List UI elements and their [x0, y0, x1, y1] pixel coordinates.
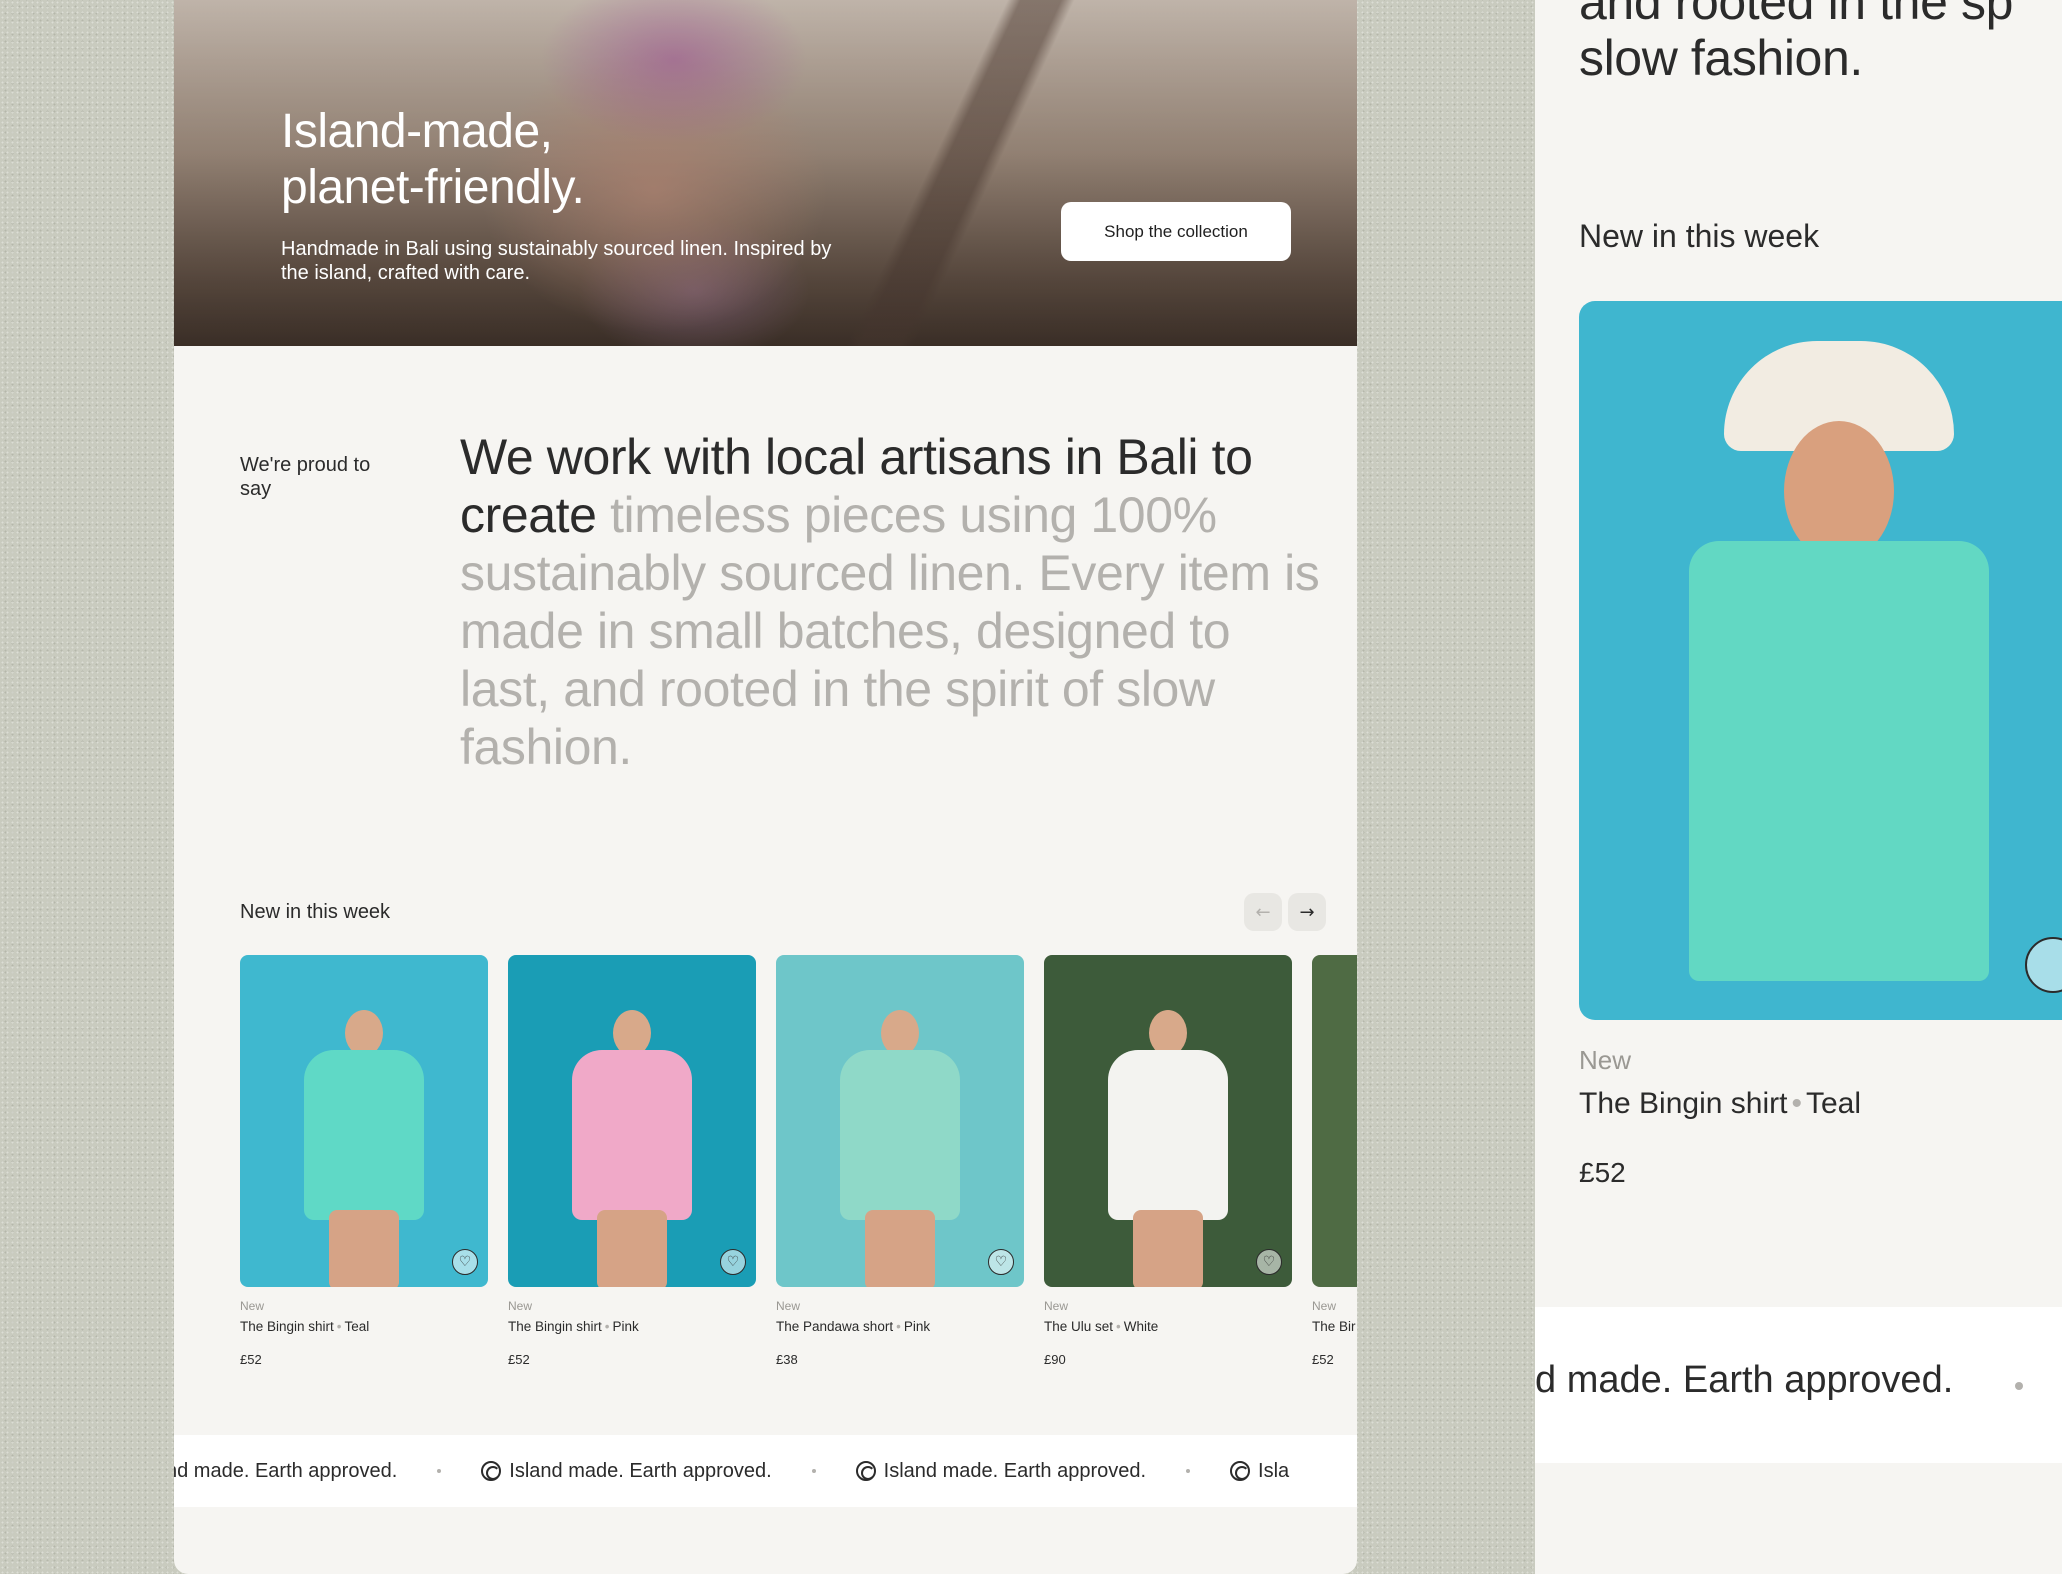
marquee-separator: [2015, 1382, 2023, 1390]
product-tag: New: [1312, 1299, 1337, 1313]
zoom-product-price: £52: [1579, 1157, 1626, 1188]
product-image[interactable]: ♡: [240, 955, 488, 1287]
product-price: £52: [240, 1352, 262, 1367]
heart-icon[interactable]: ♡: [988, 1249, 1014, 1275]
zoom-statement: and rooted in the sp slow fashion.: [1579, 0, 2013, 86]
product-name[interactable]: The Bingin shirt • Pink: [508, 1319, 756, 1334]
product-price: £52: [508, 1352, 530, 1367]
carousel-next-button[interactable]: →: [1288, 893, 1326, 931]
new-in-heading: New in this week: [240, 901, 391, 923]
product-tag: New: [776, 1299, 801, 1313]
heart-icon[interactable]: ♡: [720, 1249, 746, 1275]
spiral-icon: [1230, 1461, 1251, 1481]
marquee-item: Isla: [1230, 1460, 1289, 1483]
about-eyebrow: We're proud to say: [240, 454, 371, 500]
marquee-separator: [437, 1469, 442, 1473]
model-figure: [1103, 1010, 1233, 1287]
about-statement: We work with local artisans in Bali to c…: [460, 428, 1320, 776]
marquee-item: nd made. Earth approved.: [174, 1459, 398, 1482]
product-price: £38: [776, 1352, 798, 1367]
product-tag: New: [1044, 1299, 1069, 1313]
arrow-left-icon: ←: [1255, 901, 1271, 923]
product-name[interactable]: The Bir: [1312, 1319, 1357, 1334]
product-price: £52: [1312, 1352, 1334, 1367]
model-figure: [299, 1010, 429, 1287]
zoom-panel: and rooted in the sp slow fashion. New i…: [1535, 0, 2062, 1574]
product-card[interactable]: ♡ New The Bir £52: [1312, 955, 1357, 1367]
marquee-separator: [811, 1469, 816, 1473]
product-tag: New: [508, 1299, 533, 1313]
zoom-marquee-text: d made. Earth approved.: [1535, 1359, 1954, 1401]
marquee-item: Island made. Earth approved.: [481, 1460, 772, 1483]
product-name[interactable]: The Ulu set • White: [1044, 1319, 1292, 1334]
product-card[interactable]: ♡ New The Ulu set • White £90: [1044, 955, 1292, 1367]
product-image[interactable]: ♡: [508, 955, 756, 1287]
shop-collection-button[interactable]: Shop the collection: [1061, 202, 1291, 261]
product-name[interactable]: The Pandawa short • Pink: [776, 1319, 1024, 1334]
spiral-icon: [855, 1461, 876, 1481]
zoom-product-tag: New: [1579, 1045, 1632, 1075]
carousel-prev-button[interactable]: ←: [1244, 893, 1282, 931]
product-card[interactable]: ♡ New The Bingin shirt • Pink £52: [508, 955, 756, 1367]
product-card[interactable]: ♡ New The Bingin shirt • Teal £52: [240, 955, 488, 1367]
model-figure: [567, 1010, 697, 1287]
hero-banner: Island-made, planet-friendly. Handmade i…: [174, 0, 1357, 346]
product-image[interactable]: ♡: [1312, 955, 1357, 1287]
heart-icon[interactable]: ♡: [1256, 1249, 1282, 1275]
spiral-icon: [481, 1461, 502, 1481]
hero-title: Island-made, planet-friendly.: [281, 105, 585, 214]
page-card: Island-made, planet-friendly. Handmade i…: [174, 0, 1357, 1574]
marquee-banner: nd made. Earth approved. Island made. Ea…: [174, 1435, 1357, 1507]
arrow-right-icon: →: [1299, 901, 1315, 923]
product-image[interactable]: ♡: [1044, 955, 1292, 1287]
marquee-separator: [1186, 1469, 1191, 1473]
marquee-item: Island made. Earth approved.: [855, 1460, 1146, 1483]
hero-subtitle: Handmade in Bali using sustainably sourc…: [281, 238, 832, 284]
product-image[interactable]: ♡: [776, 955, 1024, 1287]
zoom-product-name[interactable]: The Bingin shirt • Teal: [1579, 1087, 1861, 1121]
model-figure: [835, 1010, 965, 1287]
product-card[interactable]: ♡ New The Pandawa short • Pink £38: [776, 955, 1024, 1367]
heart-icon[interactable]: ♡: [452, 1249, 478, 1275]
zoom-marquee: d made. Earth approved.: [1535, 1307, 2062, 1463]
product-tag: New: [240, 1299, 265, 1313]
model-figure: [1689, 341, 1989, 1020]
zoom-product-image[interactable]: [1579, 301, 2062, 1020]
product-name[interactable]: The Bingin shirt • Teal: [240, 1319, 488, 1334]
product-price: £90: [1044, 1352, 1066, 1367]
zoom-new-in-heading: New in this week: [1579, 218, 1820, 254]
